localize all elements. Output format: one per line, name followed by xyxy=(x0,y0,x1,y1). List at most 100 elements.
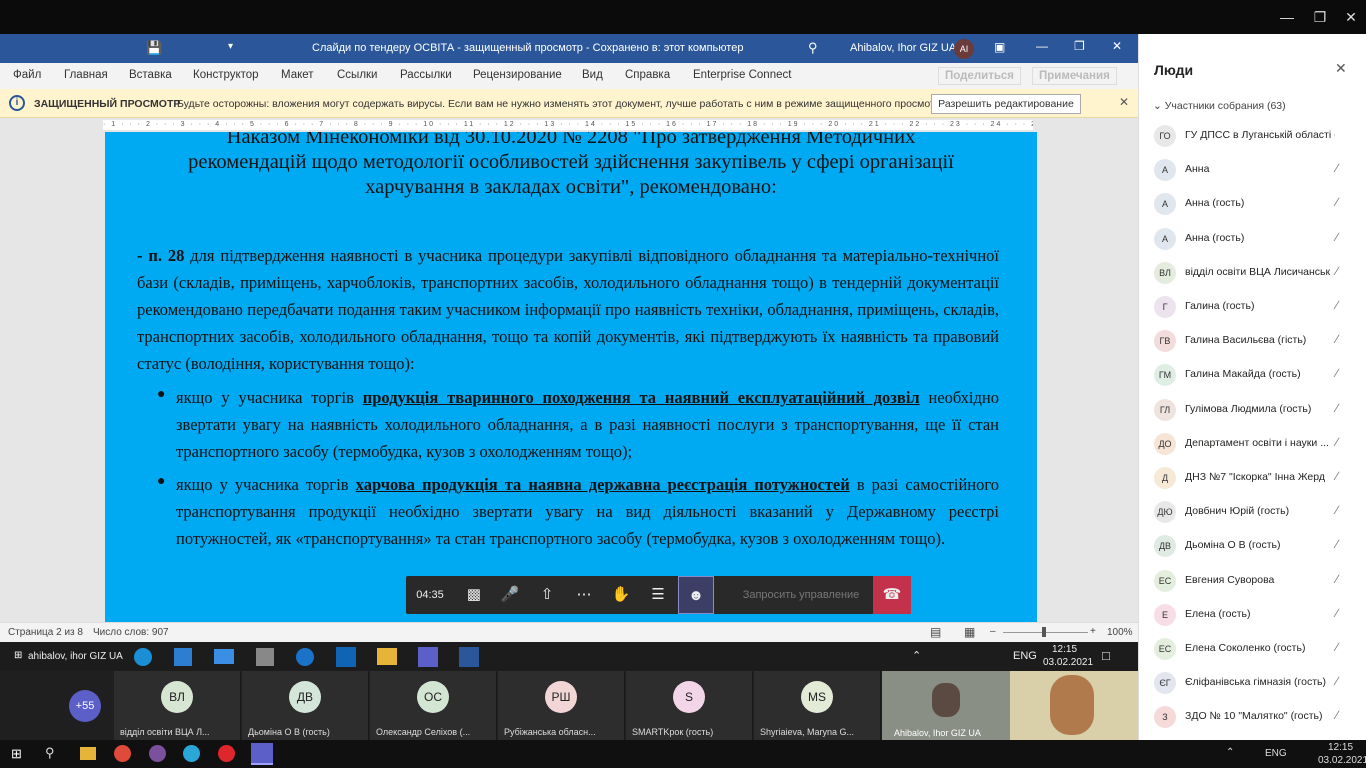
system-tray-chevron-icon[interactable]: ⌃ xyxy=(1226,747,1234,758)
zoom-in-icon[interactable]: + xyxy=(1090,626,1096,637)
participant-row[interactable]: А Анна ∕ xyxy=(1139,153,1366,187)
chrome-icon[interactable] xyxy=(114,745,131,762)
tab-file[interactable]: Файл xyxy=(13,69,41,81)
close-panel-icon[interactable]: ✕ xyxy=(1335,60,1347,77)
participant-row[interactable]: ГЛ Гулімова Людмила (гость) ∕ xyxy=(1139,393,1366,427)
tab-home[interactable]: Главная xyxy=(64,69,108,81)
opera-icon[interactable] xyxy=(218,745,235,762)
print-layout-icon[interactable]: ▦ xyxy=(964,625,975,639)
participants-section[interactable]: ⌄ Участники собрания (63) xyxy=(1153,100,1286,112)
participant-row[interactable]: Д ДНЗ №7 "Іскорка" Інна Жерд ∕ xyxy=(1139,461,1366,495)
microphone-icon[interactable]: 🎤 xyxy=(492,576,528,614)
slide-heading-line3: харчування в закладах освіти", рекомендо… xyxy=(365,176,777,198)
tab-mailings[interactable]: Рассылки xyxy=(400,69,452,81)
participant-tile[interactable]: S SMARTKрок (гость) xyxy=(626,671,753,740)
participant-row[interactable]: ГВ Галина Васильєва (гість) ∕ xyxy=(1139,324,1366,358)
user-avatar[interactable]: AI xyxy=(954,39,974,59)
tile-name: SMARTKрок (гость) xyxy=(632,727,714,737)
outlook-icon xyxy=(336,647,356,667)
participant-row[interactable]: ГО ГУ ДПСС в Луганській області (гос xyxy=(1139,119,1366,153)
participant-row[interactable]: Г Галина (гость) ∕ xyxy=(1139,290,1366,324)
participant-row[interactable]: ЄГ Єліфанівська гімназія (гость) ∕ xyxy=(1139,666,1366,700)
store-icon xyxy=(174,648,192,666)
mail-icon xyxy=(214,649,234,664)
more-participants-count[interactable]: +55 xyxy=(69,690,101,722)
zoom-thumb[interactable] xyxy=(1042,627,1046,637)
participant-tile[interactable]: ВЛ відділ освіти ВЦА Л... xyxy=(114,671,241,740)
ribbon-display-icon[interactable]: ▣ xyxy=(994,40,1005,54)
share-screen-icon[interactable]: ⇧ xyxy=(529,576,565,614)
word-close-icon[interactable]: ✕ xyxy=(1112,39,1122,53)
mic-muted-icon: ∕ xyxy=(1336,434,1339,449)
more-participants-tile[interactable]: +55 xyxy=(0,671,114,740)
raise-hand-icon[interactable]: ✋ xyxy=(603,576,639,614)
participant-row[interactable]: З ЗДО № 10 "Малятко" (гость) ∕ xyxy=(1139,700,1366,734)
word-restore-icon[interactable]: ❐ xyxy=(1074,39,1085,53)
explorer-icon xyxy=(377,648,397,665)
participant-row[interactable]: ДВ Дьоміна О В (гость) ∕ xyxy=(1139,529,1366,563)
zoom-level: 100% xyxy=(1107,627,1133,638)
call-timer: 04:35 xyxy=(416,589,444,601)
participant-row[interactable]: ГМ Галина Макайда (гость) ∕ xyxy=(1139,358,1366,392)
tab-enterprise-connect[interactable]: Enterprise Connect xyxy=(693,69,791,81)
participant-row[interactable]: ЕС Елена Соколенко (гость) ∕ xyxy=(1139,632,1366,666)
tab-view[interactable]: Вид xyxy=(582,69,603,81)
participant-name: Анна xyxy=(1185,163,1210,176)
participant-name: Департамент освіти і науки ... xyxy=(1185,436,1329,449)
teams-taskbar-icon[interactable] xyxy=(251,743,273,765)
tab-references[interactable]: Ссылки xyxy=(337,69,378,81)
taskbar-time[interactable]: 12:15 xyxy=(1328,742,1353,753)
participants-icon[interactable]: ☻ xyxy=(678,576,714,614)
customize-qat-icon[interactable]: ▾ xyxy=(228,41,233,52)
search-icon[interactable]: ⚲ xyxy=(808,40,818,56)
word-minimize-icon[interactable]: — xyxy=(1036,39,1048,53)
save-icon[interactable]: 💾 xyxy=(146,40,162,56)
minimize-icon[interactable]: — xyxy=(1272,6,1302,28)
tab-insert[interactable]: Вставка xyxy=(129,69,172,81)
participant-row[interactable]: ЕС Евгения Суворова ∕ xyxy=(1139,564,1366,598)
close-icon[interactable]: ✕ xyxy=(1336,6,1366,28)
windows-start-icon[interactable]: ⊞ xyxy=(11,746,22,762)
request-control-button[interactable]: Запросить управление xyxy=(726,576,876,614)
teams-icon xyxy=(418,647,438,667)
tab-help[interactable]: Справка xyxy=(625,69,670,81)
participant-row[interactable]: А Анна (гость) ∕ xyxy=(1139,222,1366,256)
tab-design[interactable]: Конструктор xyxy=(193,69,259,81)
maximize-icon[interactable]: ❐ xyxy=(1305,6,1335,28)
participant-avatar: ГМ xyxy=(1154,364,1176,387)
hang-up-icon[interactable]: ☎ xyxy=(873,576,911,614)
tab-review[interactable]: Рецензирование xyxy=(473,69,562,81)
mic-muted-icon: ∕ xyxy=(1336,674,1339,689)
close-bar-icon[interactable]: ✕ xyxy=(1119,95,1129,109)
participant-avatar: З xyxy=(1154,706,1176,729)
participant-avatar: ГЛ xyxy=(1154,398,1176,421)
participant-tile[interactable]: ДВ Дьоміна О В (гость) xyxy=(242,671,369,740)
taskbar-date[interactable]: 03.02.2021 xyxy=(1318,755,1366,766)
ie-icon xyxy=(296,648,314,666)
more-actions-icon[interactable]: ⋯ xyxy=(566,576,602,614)
viber-icon[interactable] xyxy=(149,745,166,762)
participant-name: Анна (гость) xyxy=(1185,231,1245,244)
comments-button[interactable]: Примечания xyxy=(1032,67,1117,85)
taskbar-search-icon[interactable]: ⚲ xyxy=(45,745,55,761)
share-button[interactable]: Поделиться xyxy=(938,67,1022,85)
file-explorer-icon[interactable] xyxy=(80,747,96,760)
tab-layout[interactable]: Макет xyxy=(281,69,314,81)
zoom-out-icon[interactable]: – xyxy=(990,626,996,637)
read-mode-icon[interactable]: ▤ xyxy=(930,625,941,639)
participant-row[interactable]: ДО Департамент освіти і науки ... ∕ xyxy=(1139,427,1366,461)
participant-tile[interactable]: РШ Рубіжанська обласн... xyxy=(498,671,625,740)
enable-editing-button[interactable]: Разрешить редактирование xyxy=(931,94,1081,114)
participant-row[interactable]: А Анна (гость) ∕ xyxy=(1139,187,1366,221)
participant-tile[interactable]: ОС Олександр Селіхов (... xyxy=(370,671,497,740)
edge-taskbar-icon[interactable] xyxy=(183,745,200,762)
participant-row[interactable]: ДЮ Довбнич Юрій (гость) ∕ xyxy=(1139,495,1366,529)
taskbar-lang[interactable]: ENG xyxy=(1265,748,1287,759)
camera-icon[interactable]: ▩ xyxy=(456,576,492,614)
participant-avatar: А xyxy=(1154,193,1176,216)
participant-row[interactable]: Е Елена (гость) ∕ xyxy=(1139,598,1366,632)
participant-row[interactable]: ВЛ відділ освіти ВЦА Лисичанськ ∕ xyxy=(1139,256,1366,290)
chat-icon[interactable]: ☰ xyxy=(640,576,676,614)
participant-tile[interactable]: MS Shyriaieva, Maryna G... xyxy=(754,671,881,740)
tile-name: відділ освіти ВЦА Л... xyxy=(120,727,210,737)
